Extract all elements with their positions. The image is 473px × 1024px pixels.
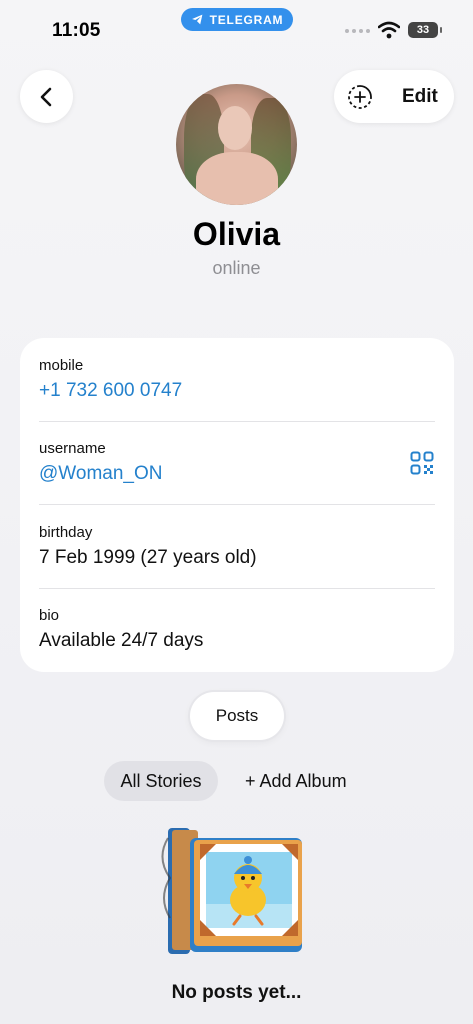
photo-album-illustration xyxy=(161,828,302,954)
info-card: mobile +1 732 600 0747 username @Woman_O… xyxy=(20,338,454,672)
add-story-icon[interactable] xyxy=(346,83,374,111)
all-stories-filter[interactable]: All Stories xyxy=(104,761,218,801)
edit-button[interactable]: Edit xyxy=(402,86,438,108)
status-bar: 11:05 TELEGRAM 33 xyxy=(0,0,473,60)
info-row-bio: bio Available 24/7 days xyxy=(20,588,454,672)
info-label: birthday xyxy=(39,524,93,541)
birthday-value: 7 Feb 1999 (27 years old) xyxy=(39,547,257,568)
username-link[interactable]: @Woman_ON xyxy=(39,463,162,485)
presence-status: online xyxy=(212,258,261,278)
empty-state-text: No posts yet... xyxy=(171,982,302,1003)
info-label: username xyxy=(39,440,106,457)
info-row-birthday: birthday 7 Feb 1999 (27 years old) xyxy=(20,505,454,589)
info-row-mobile[interactable]: mobile +1 732 600 0747 xyxy=(20,338,454,422)
info-label: bio xyxy=(39,607,60,624)
info-row-username[interactable]: username @Woman_ON xyxy=(20,421,454,505)
back-button[interactable] xyxy=(20,70,73,123)
bio-value: Available 24/7 days xyxy=(39,630,204,651)
wifi-icon xyxy=(378,21,400,39)
tab-posts[interactable]: Posts xyxy=(190,692,284,740)
qr-code-icon[interactable] xyxy=(410,451,434,475)
profile-screen: 11:05 TELEGRAM 33 Edit Olivia online mob… xyxy=(0,0,473,1024)
battery-level: 33 xyxy=(416,24,430,36)
battery-indicator: 33 xyxy=(408,22,442,38)
cellular-signal-icon xyxy=(345,29,370,33)
profile-name: Olivia xyxy=(192,216,281,252)
chevron-left-icon xyxy=(40,87,51,106)
phone-number[interactable]: +1 732 600 0747 xyxy=(39,380,182,402)
add-album-button[interactable]: + Add Album xyxy=(245,771,347,792)
telegram-pill[interactable]: TELEGRAM xyxy=(181,8,293,31)
header-actions: Edit xyxy=(334,70,454,123)
avatar[interactable] xyxy=(176,84,297,205)
status-time: 11:05 xyxy=(52,20,101,41)
telegram-pill-label: TELEGRAM xyxy=(209,12,284,27)
paper-plane-icon xyxy=(191,14,202,25)
info-label: mobile xyxy=(39,357,84,374)
